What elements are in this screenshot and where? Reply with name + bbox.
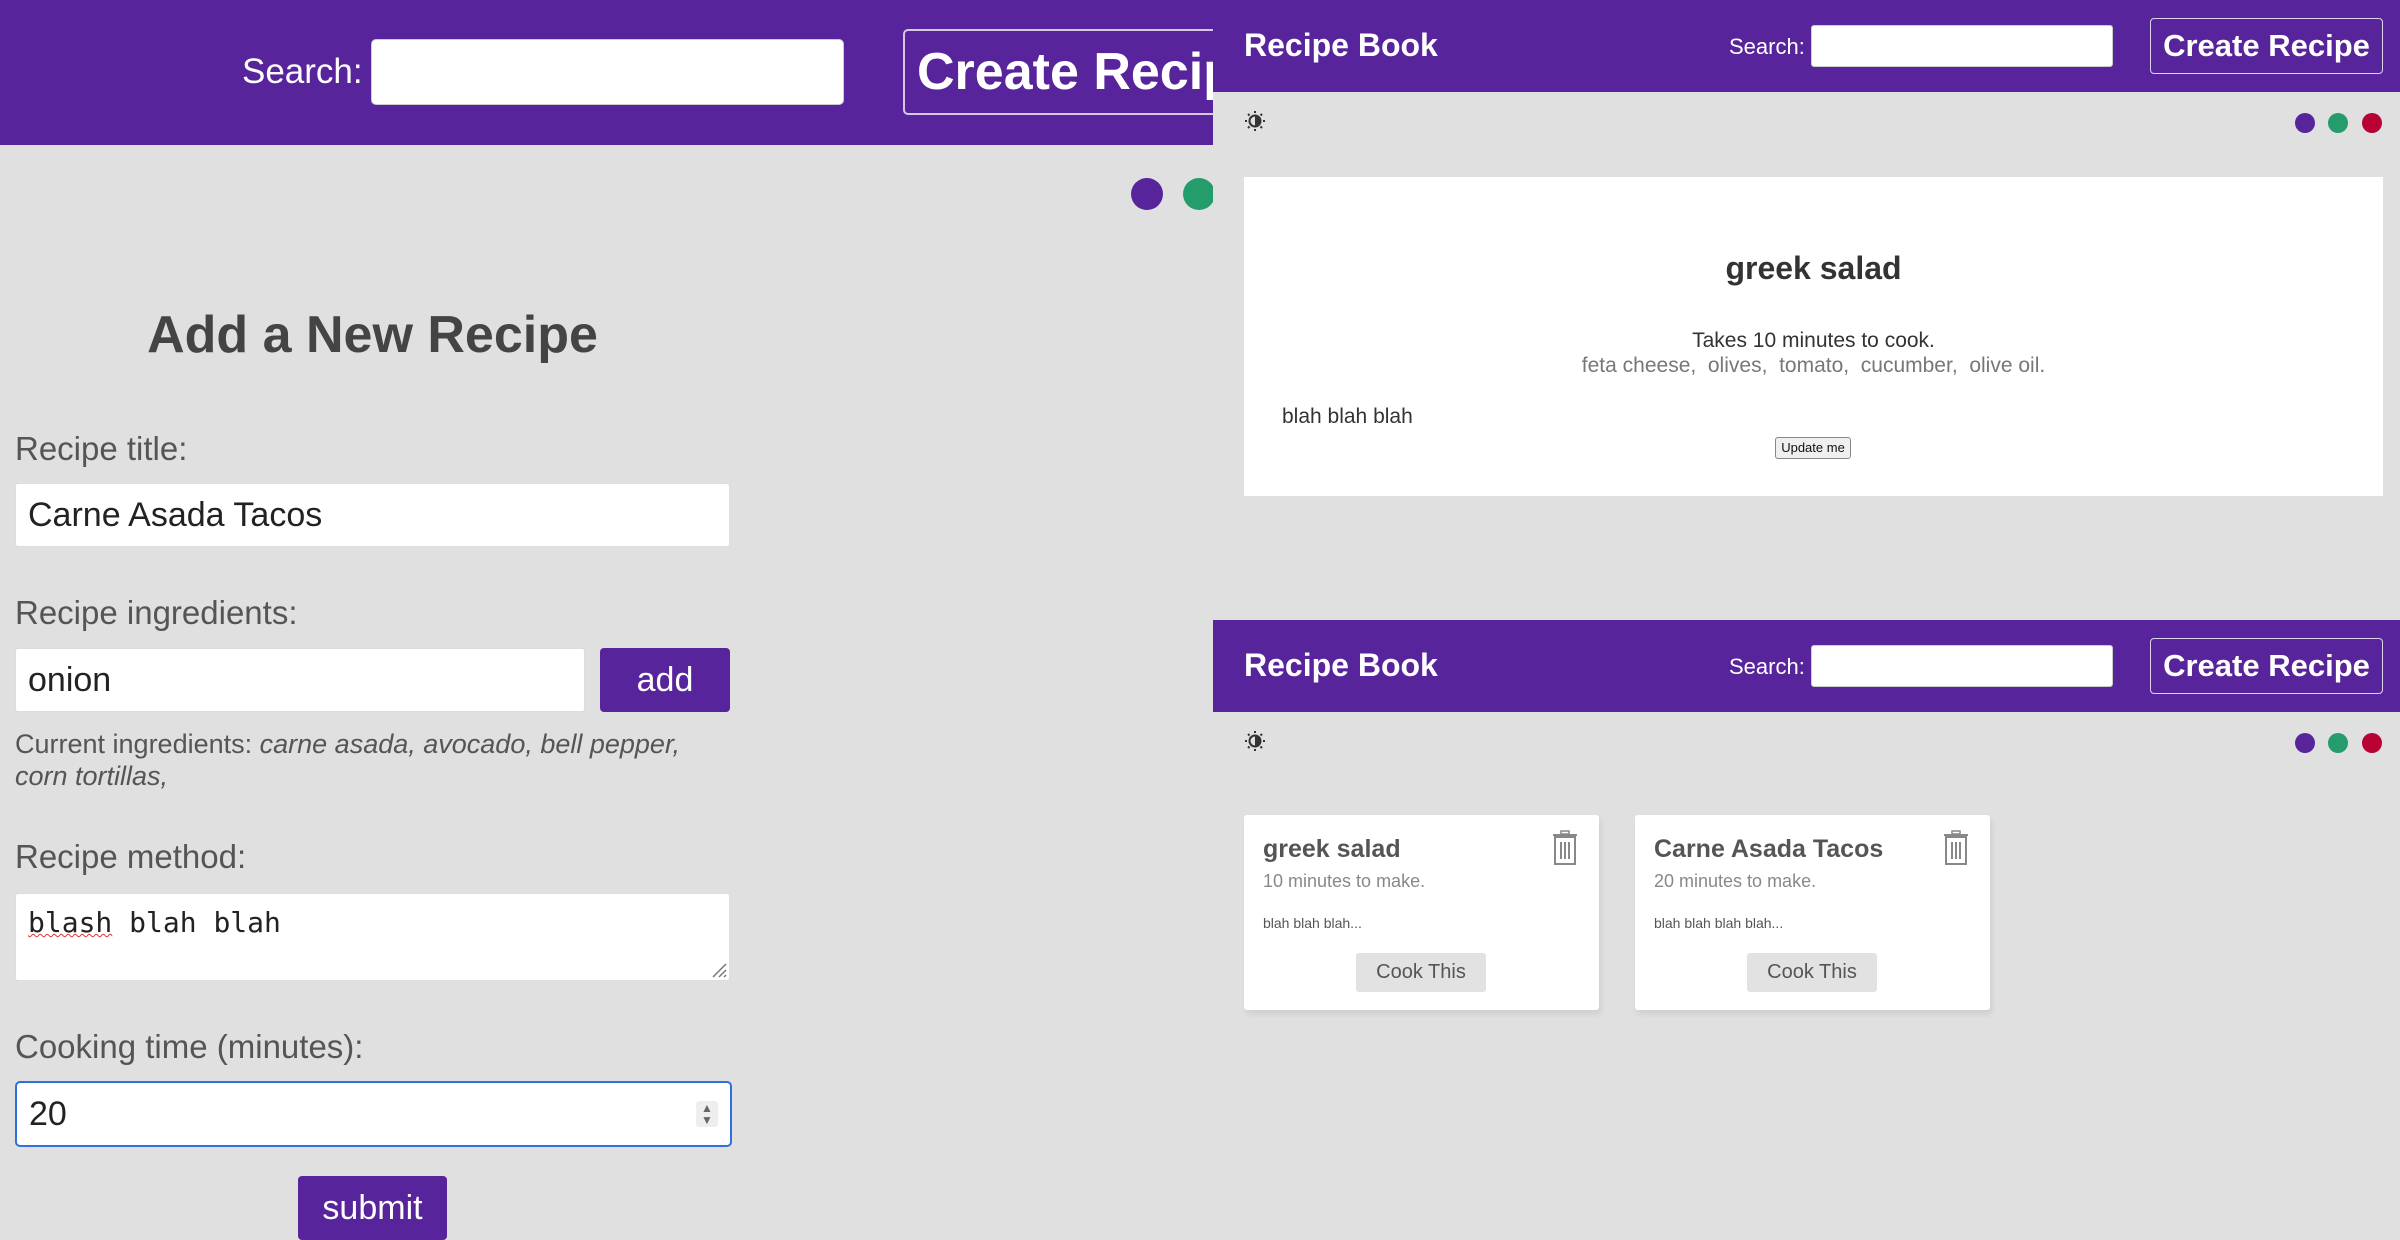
submit-button[interactable]: submit — [298, 1176, 447, 1240]
search-input[interactable] — [371, 39, 844, 105]
resize-grip-icon[interactable] — [709, 960, 727, 978]
create-recipe-view: Search: Create Recipe Add a New Recipe R… — [0, 0, 1213, 1240]
recipe-method: blah blah blah — [1282, 405, 1413, 428]
brightness-icon[interactable] — [1244, 110, 1266, 132]
theme-purple-button[interactable] — [2295, 113, 2315, 133]
ingredients-label: Recipe ingredients: — [15, 594, 298, 631]
ingredient-input[interactable]: onion — [15, 648, 585, 712]
trash-icon[interactable] — [1550, 830, 1580, 866]
title-label: Recipe title: — [15, 430, 188, 467]
search-input[interactable] — [1811, 645, 2113, 687]
recipe-detail-view: Recipe Book Search: Create Recipe greek … — [1213, 0, 2400, 620]
brightness-icon[interactable] — [1244, 730, 1266, 752]
theme-red-button[interactable] — [2362, 733, 2382, 753]
theme-purple-button[interactable] — [1131, 178, 1163, 210]
current-ingredients: Current ingredients: carne asada, avocad… — [15, 728, 735, 792]
trash-icon[interactable] — [1941, 830, 1971, 866]
title-input[interactable]: Carne Asada Tacos — [15, 483, 730, 547]
update-button[interactable]: Update me — [1775, 437, 1851, 459]
navbar: Search: Create Recipe — [0, 0, 1213, 145]
method-text: blah blah — [112, 906, 281, 939]
card-time: 10 minutes to make. — [1263, 871, 1426, 891]
recipe-ingredients: feta cheese, olives, tomato, cucumber, o… — [1581, 354, 2046, 377]
cook-this-button[interactable]: Cook This — [1356, 953, 1486, 992]
search-label: Search: — [242, 52, 363, 91]
brand-logo[interactable]: Recipe Book — [1244, 27, 1438, 64]
current-ingredients-label: Current ingredients: — [15, 729, 253, 759]
theme-red-button[interactable] — [2362, 113, 2382, 133]
theme-green-button[interactable] — [2328, 113, 2348, 133]
recipe-card: greek salad 10 minutes to make. blah bla… — [1244, 815, 1599, 1010]
spinner-arrows-icon[interactable]: ▲ ▼ — [696, 1101, 718, 1127]
theme-green-button[interactable] — [1183, 178, 1213, 210]
create-recipe-button[interactable]: Create Recipe — [2150, 18, 2383, 74]
card-title: greek salad — [1263, 835, 1401, 863]
card-method: blah blah blah blah... — [1654, 915, 1784, 931]
brand-logo[interactable]: Recipe Book — [1244, 647, 1438, 684]
recipe-list-view: Recipe Book Search: Create Recipe greek … — [1213, 620, 2400, 1240]
card-title: Carne Asada Tacos — [1654, 835, 1884, 863]
card-method: blah blah blah... — [1263, 915, 1362, 931]
theme-green-button[interactable] — [2328, 733, 2348, 753]
navbar: Recipe Book Search: Create Recipe — [1213, 0, 2400, 92]
create-recipe-button[interactable]: Create Recipe — [2150, 638, 2383, 694]
cooking-time-input[interactable]: 20 ▲ ▼ — [15, 1081, 732, 1147]
method-label: Recipe method: — [15, 838, 247, 875]
theme-purple-button[interactable] — [2295, 733, 2315, 753]
time-label: Cooking time (minutes): — [15, 1028, 364, 1065]
navbar: Recipe Book Search: Create Recipe — [1213, 620, 2400, 712]
recipe-title: greek salad — [1725, 250, 1902, 286]
page-title: Add a New Recipe — [147, 306, 598, 364]
add-ingredient-button[interactable]: add — [600, 648, 730, 712]
misspelled-word: blash — [28, 906, 113, 939]
card-time: 20 minutes to make. — [1654, 871, 1817, 891]
cooking-time-value: 20 — [29, 1095, 67, 1133]
method-textarea[interactable]: blash blah blah — [15, 893, 730, 981]
cook-this-button[interactable]: Cook This — [1747, 953, 1877, 992]
recipe-card: Carne Asada Tacos 20 minutes to make. bl… — [1635, 815, 1990, 1010]
create-recipe-button[interactable]: Create Recipe — [903, 29, 1213, 115]
search-label: Search: — [1729, 34, 1805, 59]
search-input[interactable] — [1811, 25, 2113, 67]
recipe-time: Takes 10 minutes to cook. — [1692, 329, 1935, 352]
recipe-detail-card: greek salad Takes 10 minutes to cook. fe… — [1244, 177, 2383, 496]
search-label: Search: — [1729, 654, 1805, 679]
